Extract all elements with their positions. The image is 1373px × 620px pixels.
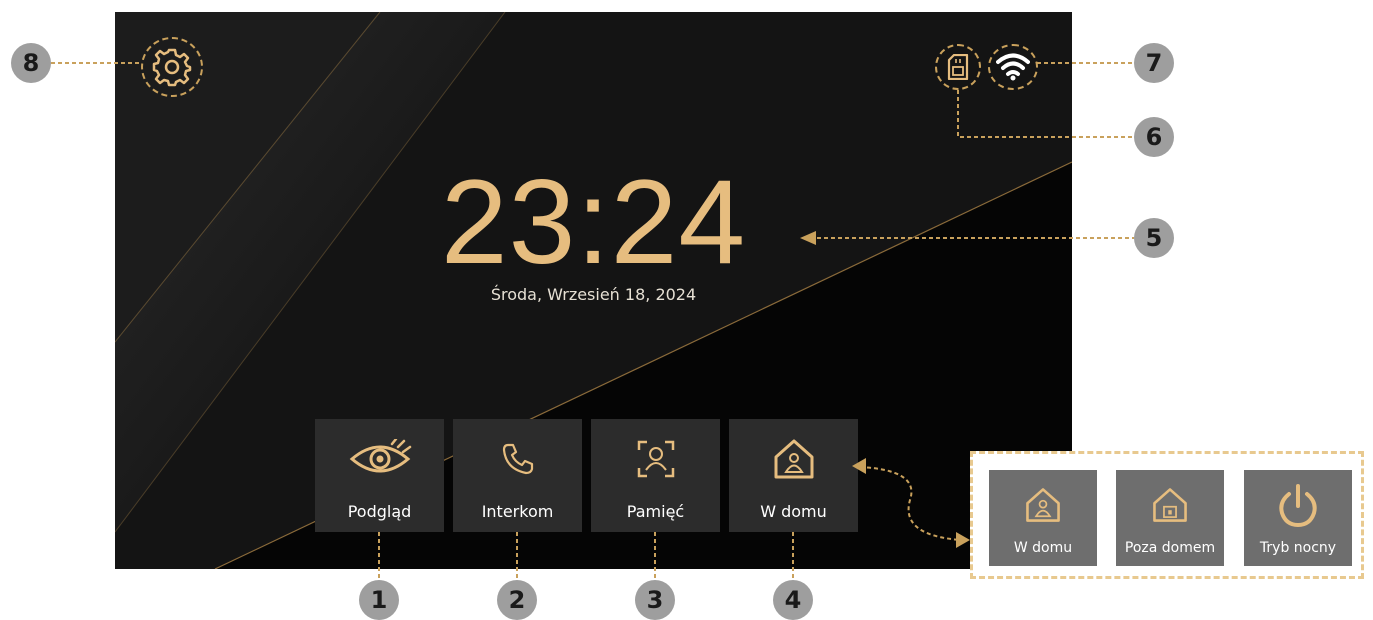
callout-8: 8 xyxy=(11,43,51,83)
callout-3: 3 xyxy=(635,580,675,620)
power-icon xyxy=(1244,482,1352,528)
mode-label: Poza domem xyxy=(1124,540,1216,556)
home-person-icon xyxy=(989,482,1097,528)
callout-5: 5 xyxy=(1134,218,1174,258)
callout-4: 4 xyxy=(773,580,813,620)
mode-label: W domu xyxy=(1013,540,1073,556)
mode-night[interactable]: Tryb nocny xyxy=(1244,470,1352,566)
callout-1: 1 xyxy=(359,580,399,620)
mode-panel: W domu Poza domem Tryb nocny xyxy=(970,451,1364,579)
callout-2: 2 xyxy=(497,580,537,620)
callout-7: 7 xyxy=(1134,43,1174,83)
mode-away[interactable]: Poza domem xyxy=(1116,470,1224,566)
mode-at-home[interactable]: W domu xyxy=(989,470,1097,566)
mode-label: Tryb nocny xyxy=(1259,540,1337,556)
callout-6: 6 xyxy=(1134,117,1174,157)
home-lock-icon xyxy=(1116,482,1224,528)
